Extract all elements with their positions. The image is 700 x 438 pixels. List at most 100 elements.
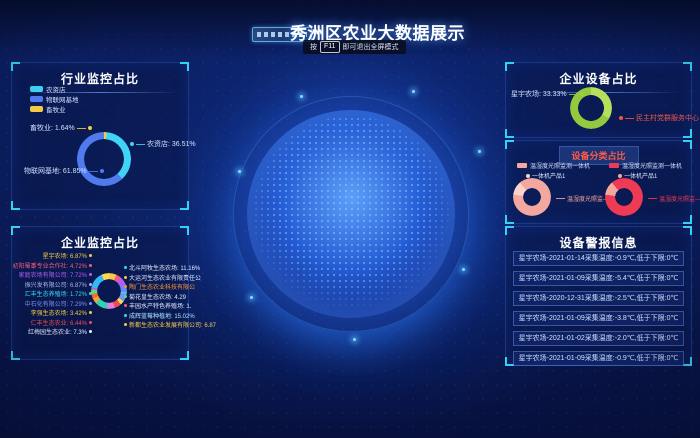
leader-line: [625, 118, 634, 119]
device-donut-chart[interactable]: [605, 178, 643, 216]
legend-dot: [124, 295, 127, 298]
chart-callout: 汇丰生态养殖场: 1.72%: [14, 289, 92, 299]
chart-callout-text: 菊花皇生态农场: 4.29: [129, 292, 186, 301]
industry-callout-iot: 物联网基地: 61.85%: [24, 166, 104, 176]
legend-label: 温湿度光照监测一体机: [530, 161, 590, 170]
legend-dot: [89, 330, 92, 333]
legend-dot: [89, 321, 92, 324]
chart-callout-text: 新都生态农业发展有限公司: 6.87: [129, 320, 216, 329]
industry-donut-chart[interactable]: [77, 132, 131, 186]
legend-item: 物联网基地: [30, 94, 79, 104]
chart-callout-text: 红梅园生态农业: 7.3%: [28, 327, 87, 336]
legend-item: 温湿度光照监测一体机: [609, 161, 682, 170]
alarm-row-text: 星宇农场-2021-01-09采集温度:-0.9℃,低于下限:0℃: [519, 355, 679, 362]
panel-title: 企业监控占比: [12, 227, 188, 251]
alarm-row-text: 星宇农场-2020-12-31采集温度:-2.5℃,低于下限:0℃: [519, 295, 679, 302]
chart-callout: 成辉蓝莓种植地: 15.02%: [124, 311, 188, 321]
header-band: [0, 0, 700, 58]
alarm-row: 星宇农场-2021-01-09采集温度:-5.4℃,低于下限:0℃: [513, 271, 684, 286]
callout-text: 民主村党群服务中心: [636, 113, 699, 123]
alarm-row-text: 星宇农场-2021-01-14采集温度:-0.9℃,低于下限:0℃: [519, 255, 679, 262]
legend-swatch: [609, 163, 619, 168]
legend-dot: [89, 311, 92, 314]
callout-text: 星宇农场: 33.33%: [511, 89, 567, 99]
chart-callout-text: 李强生态农场: 3.42%: [31, 308, 87, 317]
alarm-row: 星宇农场-2020-12-31采集温度:-2.5℃,低于下限:0℃: [513, 291, 684, 306]
network-node-dot: [353, 338, 356, 341]
chart-callout: 大运河生态农业有限责任公: [124, 273, 188, 283]
enterprise-labels-left: 星宇农场: 6.87%初阳蜀黍专业合作社: 4.72%家庭农场有限公司: 7.7…: [14, 251, 92, 337]
legend-dot: [30, 86, 43, 92]
alarm-row-text: 星宇农场-2021-01-09采集温度:-5.4℃,低于下限:0℃: [519, 275, 679, 282]
leader-line: [648, 198, 657, 199]
legend-dot: [124, 304, 127, 307]
panel-title: 设备警报信息: [506, 227, 691, 251]
chart-callout-text: 家庭农场有限公司: 7.72%: [19, 270, 87, 279]
classification-chart-right: 温湿度光照监测一体机 一体机产品1 温湿度光照监—: [600, 161, 692, 221]
dashboard-stage: 秀洲区农业大数据展示 按 F11 即可退出全屏模式 行业监控占比 农资店物联网基…: [0, 0, 700, 438]
enterprise-donut-chart[interactable]: [91, 273, 127, 309]
chart-callout: 陶门生态农业科技有限公: [124, 282, 188, 292]
chart-callout-text: 北斗阿牧生态农场: 11.16%: [129, 263, 200, 272]
industry-callout-livestock: 畜牧业: 1.64%: [30, 123, 92, 133]
panel-device-classification: 设备分类占比 温湿度光照监测一体机 一体机产品1 温湿度光照监— 温湿度光照监测…: [505, 140, 692, 224]
leader-line: [556, 198, 565, 199]
alarm-row-text: 星宇农场-2021-01-02采集温度:-2.0℃,低于下限:0℃: [519, 335, 679, 342]
callout-dot: [130, 142, 134, 146]
legend-item: 畜牧业: [30, 104, 79, 114]
chart-callout-text: 陶门生态农业科技有限公: [129, 282, 195, 291]
legend-dot: [89, 302, 92, 305]
device-donut-chart[interactable]: [513, 178, 551, 216]
chart-callout-text: 振兴发有限公司: 6.87%: [25, 280, 87, 289]
legend-item-text: 畜牧业: [46, 104, 66, 114]
alarm-row-text: 星宇农场-2021-01-09采集温度:-3.8℃,低于下限:0℃: [519, 315, 679, 322]
chart-callout-text: 大运河生态农业有限责任公: [129, 273, 201, 282]
chart-callout: 菊花皇生态农场: 4.29: [124, 292, 188, 302]
equipment-callout-service-center: 民主村党群服务中心: [619, 113, 699, 123]
panel-device-alarms: 设备警报信息 星宇农场-2021-01-14采集温度:-0.9℃,低于下限:0℃…: [505, 226, 692, 366]
legend-dot: [124, 323, 127, 326]
chart-callout-text: 初阳蜀黍专业合作社: 4.72%: [13, 261, 87, 270]
chart-callout: 李强生态农场: 3.42%: [14, 308, 92, 318]
legend-dot: [124, 285, 127, 288]
alarm-list: 星宇农场-2021-01-14采集温度:-0.9℃,低于下限:0℃ 星宇农场-20…: [513, 251, 684, 371]
alarm-row: 星宇农场-2021-01-02采集温度:-2.0℃,低于下限:0℃: [513, 331, 684, 346]
chart-callout: 红梅园生态农业: 7.3%: [14, 327, 92, 337]
callout-text: 畜牧业: 1.64%: [30, 123, 75, 133]
callout-dot: [580, 92, 584, 96]
chart-callout-text: 丰园水产特色养殖场: 1.: [129, 301, 191, 310]
leader-line: [136, 144, 145, 145]
globe-visualization: [247, 110, 455, 318]
alarm-row: 星宇农场-2021-01-09采集温度:-0.9℃,低于下限:0℃: [513, 351, 684, 366]
callout-dot: [88, 126, 92, 130]
panel-industry-ratio: 行业监控占比 农资店物联网基地畜牧业 畜牧业: 1.64% 农资店: 36.51…: [11, 62, 189, 210]
legend-dot: [124, 266, 127, 269]
chart-callout-text: 星宇农场: 6.87%: [43, 251, 87, 260]
leader-line: [569, 94, 578, 95]
chart-callout-text: 汇丰生态养殖场: 1.72%: [25, 289, 87, 298]
classification-chart-left: 温湿度光照监测一体机 一体机产品1 温湿度光照监—: [508, 161, 600, 221]
chart-callout: 北斗阿牧生态农场: 11.16%: [124, 263, 188, 273]
network-node-dot: [462, 268, 465, 271]
chart-callout: 星宇农场: 6.87%: [14, 251, 92, 261]
callout-dot: [100, 169, 104, 173]
network-node-dot: [412, 90, 415, 93]
legend-dot: [30, 96, 43, 102]
legend-item: 农资店: [30, 84, 79, 94]
callout-text: 温湿度光照监—: [659, 194, 700, 203]
leader-line: [77, 128, 86, 129]
legend-dot: [89, 254, 92, 257]
network-node-dot: [478, 150, 481, 153]
enterprise-labels-right: 北斗阿牧生态农场: 11.16%大运河生态农业有限责任公陶门生态农业科技有限公菊…: [124, 263, 188, 330]
legend-dot: [89, 264, 92, 267]
panel-enterprise-ratio: 企业监控占比 星宇农场: 6.87%初阳蜀黍专业合作社: 4.72%家庭农场有限…: [11, 226, 189, 360]
chart-callout: 振兴发有限公司: 6.87%: [14, 280, 92, 290]
callout-dot: [618, 174, 622, 178]
chart-callout: 丰园水产特色养殖场: 1.: [124, 301, 188, 311]
legend-item-text: 物联网基地: [46, 94, 79, 104]
legend-dot: [89, 273, 92, 276]
chart-callout: 中石化有限公司: 7.29%: [14, 299, 92, 309]
chart-callout: 家庭农场有限公司: 7.72%: [14, 270, 92, 280]
callout-text: 农资店: 36.51%: [147, 139, 196, 149]
callout-dot: [619, 116, 623, 120]
